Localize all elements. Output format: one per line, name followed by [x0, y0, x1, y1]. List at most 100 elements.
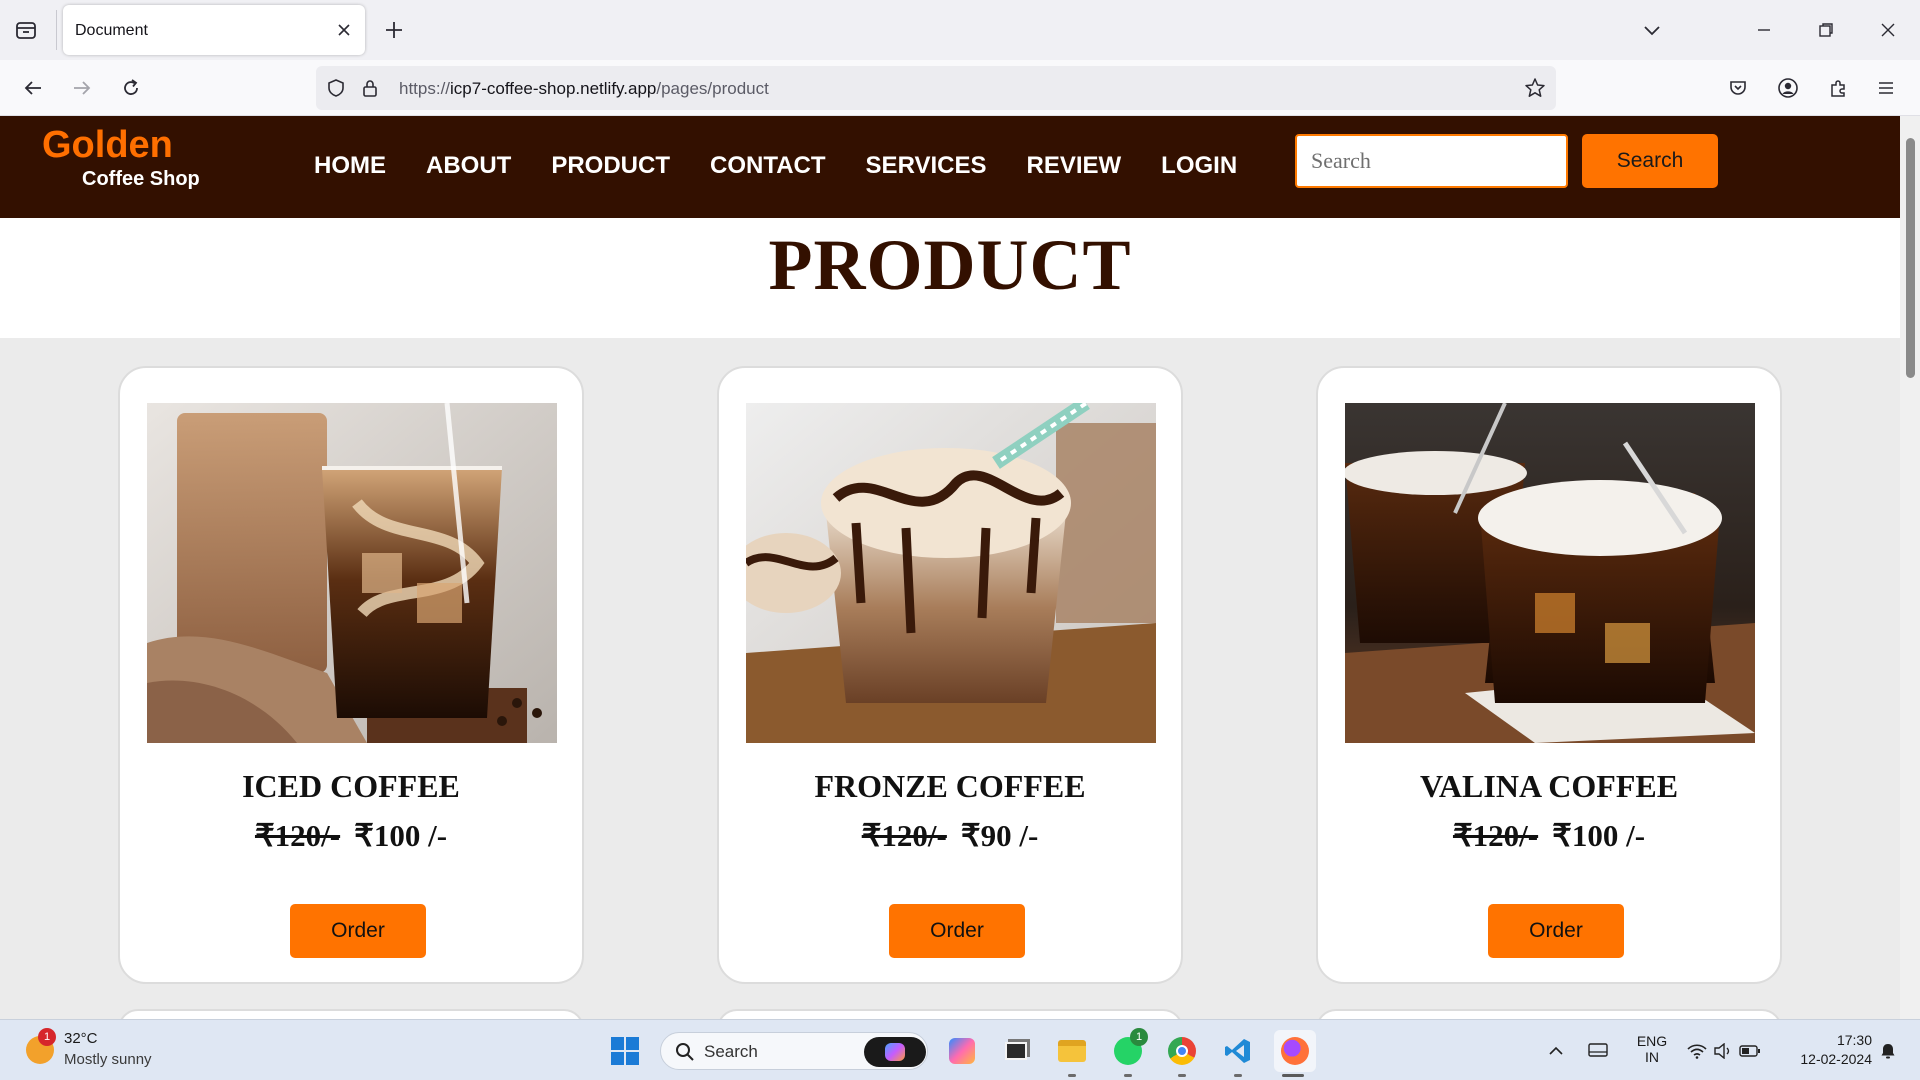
new-price: ₹100 /- — [354, 818, 448, 853]
weather-temperature[interactable]: 32°C — [64, 1030, 98, 1047]
nav-services[interactable]: SERVICES — [866, 152, 987, 180]
nav-review[interactable]: REVIEW — [1026, 152, 1121, 180]
file-explorer-icon[interactable] — [1054, 1033, 1090, 1069]
page-scrollbar[interactable] — [1900, 116, 1920, 1019]
new-price: ₹90 /- — [960, 818, 1039, 853]
display-icon[interactable] — [1584, 1033, 1612, 1069]
product-card-fronze-coffee: FRONZE COFFEE ₹120/- ₹90 /- Order — [717, 366, 1183, 984]
reload-icon[interactable] — [115, 72, 147, 104]
vscode-icon[interactable] — [1220, 1033, 1256, 1069]
new-price: ₹100 /- — [1552, 818, 1646, 853]
forward-arrow-icon[interactable] — [66, 72, 98, 104]
logo-sub-text: Coffee Shop — [82, 168, 200, 190]
logo-main-text[interactable]: Golden — [42, 124, 173, 167]
restore-icon[interactable] — [1808, 12, 1844, 48]
copilot-pre-icon[interactable] — [944, 1033, 980, 1069]
notification-bell-icon[interactable] — [1876, 1033, 1900, 1069]
clock-time: 17:30 — [1836, 1032, 1872, 1048]
tab-title: Document — [75, 22, 148, 39]
url-host: icp7-coffee-shop.netlify.app — [450, 79, 657, 98]
order-button[interactable]: Order — [889, 904, 1025, 958]
firefox-icon[interactable] — [1274, 1030, 1316, 1072]
nav-login[interactable]: LOGIN — [1161, 152, 1237, 180]
account-icon[interactable] — [1772, 72, 1804, 104]
url-path: /pages/product — [656, 79, 769, 98]
task-view-icon[interactable] — [998, 1033, 1034, 1069]
menu-hamburger-icon[interactable] — [1870, 72, 1902, 104]
copilot-icon[interactable] — [864, 1037, 926, 1067]
extensions-icon[interactable] — [1822, 72, 1854, 104]
product-price: ₹120/- ₹100 /- — [1318, 818, 1780, 854]
page-title: PRODUCT — [768, 225, 1132, 305]
windows-start-icon[interactable] — [610, 1036, 640, 1066]
back-arrow-icon[interactable] — [17, 72, 49, 104]
wifi-icon[interactable] — [1685, 1033, 1709, 1069]
search-icon — [676, 1043, 694, 1061]
browser-toolbar: https://icp7-coffee-shop.netlify.app/pag… — [0, 60, 1920, 116]
main-nav: HOME ABOUT PRODUCT CONTACT SERVICES REVI… — [314, 152, 1277, 180]
tab-separator — [56, 10, 57, 50]
clock[interactable]: 17:30 12-02-2024 — [1782, 1032, 1872, 1067]
product-card-iced-coffee: ICED COFFEE ₹120/- ₹100 /- Order — [118, 366, 584, 984]
old-price: ₹120/- — [254, 818, 341, 853]
search-button[interactable]: Search — [1582, 134, 1718, 188]
close-tab-icon[interactable] — [333, 19, 355, 41]
search-input[interactable] — [1295, 134, 1568, 188]
old-price: ₹120/- — [861, 818, 947, 853]
language-indicator[interactable]: ENG IN — [1634, 1033, 1670, 1065]
browser-tab-bar: Document — [0, 0, 1920, 60]
iced-coffee-image — [147, 403, 557, 743]
taskbar-search[interactable]: Search — [660, 1032, 928, 1070]
shield-icon[interactable] — [324, 76, 348, 100]
nav-about[interactable]: ABOUT — [426, 152, 511, 180]
whatsapp-badge: 1 — [1130, 1028, 1148, 1046]
pocket-icon[interactable] — [1722, 72, 1754, 104]
clock-date: 12-02-2024 — [1800, 1051, 1872, 1067]
battery-icon[interactable] — [1737, 1033, 1763, 1069]
fronze-coffee-image — [746, 403, 1156, 743]
address-bar[interactable]: https://icp7-coffee-shop.netlify.app/pag… — [316, 66, 1556, 110]
valina-coffee-image — [1345, 403, 1755, 743]
old-price: ₹120/- — [1452, 818, 1539, 853]
list-all-tabs-icon[interactable] — [1634, 12, 1670, 48]
app-running-indicator — [1068, 1074, 1076, 1077]
browser-tab-active[interactable]: Document — [63, 5, 365, 55]
app-running-indicator — [1178, 1074, 1186, 1077]
minimize-icon[interactable] — [1746, 12, 1782, 48]
product-price: ₹120/- ₹90 /- — [719, 818, 1181, 854]
lock-icon[interactable] — [358, 76, 382, 100]
product-name: VALINA COFFEE — [1419, 768, 1679, 804]
region-code: IN — [1645, 1049, 1659, 1065]
order-button[interactable]: Order — [290, 904, 426, 958]
order-button[interactable]: Order — [1488, 904, 1624, 958]
nav-contact[interactable]: CONTACT — [710, 152, 826, 180]
url-prefix: https:// — [399, 79, 451, 98]
language-code: ENG — [1636, 1033, 1668, 1049]
nav-product[interactable]: PRODUCT — [551, 152, 670, 180]
new-tab-icon[interactable] — [380, 16, 408, 44]
product-name: FRONZE COFFEE — [814, 768, 1086, 804]
product-card-peek — [118, 1009, 584, 1019]
volume-icon[interactable] — [1711, 1033, 1735, 1069]
product-card-peek — [717, 1009, 1183, 1019]
weather-badge: 1 — [38, 1028, 56, 1046]
product-card-valina-coffee: VALINA COFFEE ₹120/- ₹100 /- Order — [1316, 366, 1782, 984]
nav-home[interactable]: HOME — [314, 152, 386, 180]
app-running-indicator — [1124, 1074, 1132, 1077]
windows-taskbar: 1 32°C Mostly sunny Search 1 ENG IN 17:3… — [0, 1019, 1920, 1080]
weather-description[interactable]: Mostly sunny — [64, 1051, 152, 1068]
site-header: Golden Coffee Shop HOME ABOUT PRODUCT CO… — [0, 116, 1900, 218]
page-viewport: Golden Coffee Shop HOME ABOUT PRODUCT CO… — [0, 116, 1900, 1019]
chrome-icon[interactable] — [1164, 1033, 1200, 1069]
url-text[interactable]: https://icp7-coffee-shop.netlify.app/pag… — [399, 79, 769, 99]
product-price: ₹120/- ₹100 /- — [120, 818, 582, 854]
tab-list-icon[interactable] — [12, 16, 40, 44]
bookmark-star-icon[interactable] — [1523, 76, 1547, 100]
scrollbar-thumb[interactable] — [1906, 138, 1915, 378]
show-hidden-icons[interactable] — [1544, 1033, 1568, 1069]
taskbar-search-label: Search — [704, 1042, 758, 1061]
product-name: ICED COFFEE — [242, 768, 460, 804]
app-running-indicator — [1234, 1074, 1242, 1077]
product-card-peek — [1316, 1009, 1782, 1019]
close-window-icon[interactable] — [1870, 12, 1906, 48]
